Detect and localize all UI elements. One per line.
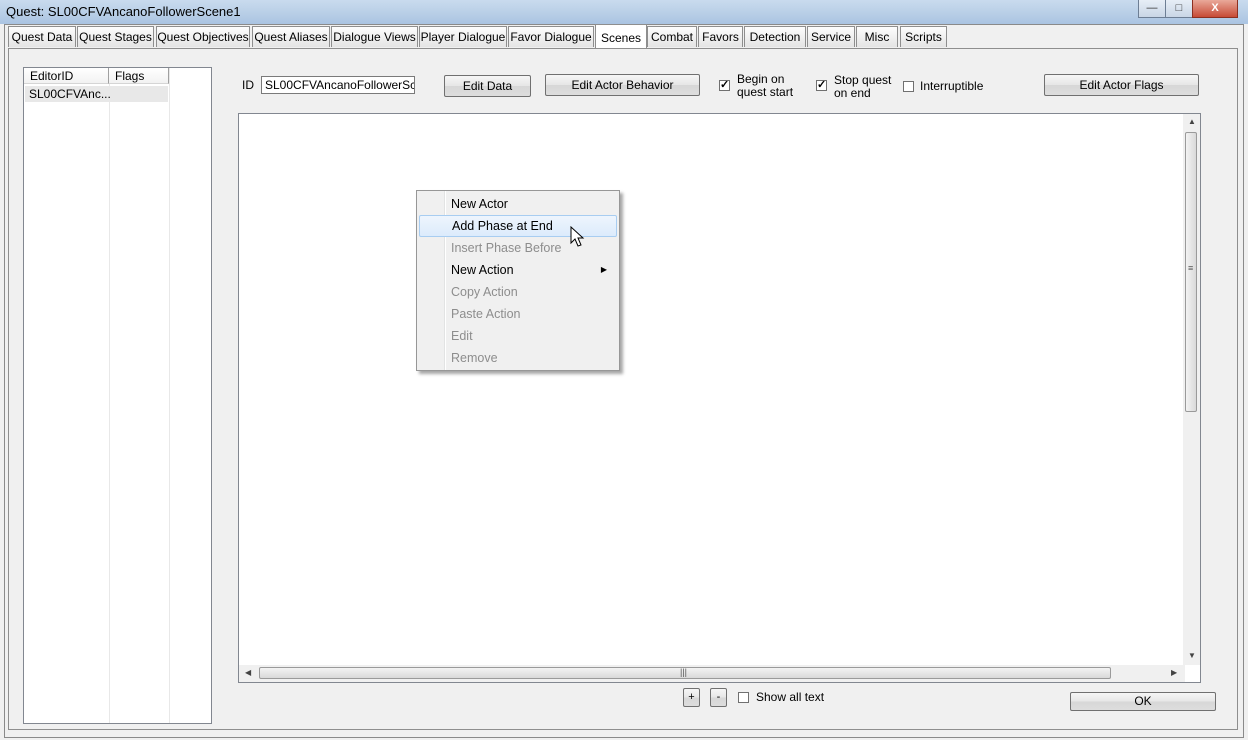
tab-player-dialogue[interactable]: Player Dialogue <box>419 26 507 47</box>
interruptible-checkbox[interactable] <box>903 81 914 92</box>
tab-label: Player Dialogue <box>420 30 506 44</box>
tab-quest-stages[interactable]: Quest Stages <box>77 26 154 47</box>
scene-id-field[interactable]: SL00CFVAncanoFollowerScene <box>261 76 415 94</box>
menu-item-remove[interactable]: Remove <box>419 347 617 369</box>
ok-button[interactable]: OK <box>1070 692 1216 711</box>
tab-label: Favor Dialogue <box>510 30 592 44</box>
minimize-button[interactable]: — <box>1138 0 1166 18</box>
title-bar[interactable]: Quest: SL00CFVAncanoFollowerScene1 — □ X <box>0 0 1248 24</box>
show-all-text-checkbox[interactable] <box>738 692 749 703</box>
scroll-left-icon[interactable]: ◀ <box>245 668 251 677</box>
submenu-arrow-icon: ▶ <box>600 265 607 274</box>
menu-item-label: New Actor <box>451 197 508 211</box>
tab-label: Scenes <box>600 31 642 45</box>
tab-scenes[interactable]: Scenes <box>595 24 647 49</box>
stop-quest-on-end-checkbox[interactable]: ✓ <box>816 80 827 91</box>
column-header-editorid[interactable]: EditorID <box>24 68 109 84</box>
zoom-in-button[interactable]: + <box>683 688 700 707</box>
tab-label: Detection <box>749 30 801 44</box>
minimize-icon: — <box>1146 2 1158 14</box>
begin-on-quest-start-label-line2: quest start <box>737 85 794 99</box>
tab-quest-data[interactable]: Quest Data <box>8 26 76 47</box>
menu-item-label: Paste Action <box>451 307 521 321</box>
menu-item-edit[interactable]: Edit <box>419 325 617 347</box>
scroll-up-icon[interactable]: ▲ <box>1188 117 1196 126</box>
tab-label: Scripts <box>905 30 942 44</box>
grip-icon: ||| <box>680 667 688 677</box>
tab-label: Quest Data <box>11 30 73 44</box>
scene-list[interactable]: EditorID Flags SL00CFVAnc... <box>23 67 212 724</box>
menu-item-add-phase-at-end[interactable]: Add Phase at End <box>419 215 617 237</box>
menu-item-copy-action[interactable]: Copy Action <box>419 281 617 303</box>
begin-on-quest-start-checkbox[interactable]: ✓ <box>719 80 730 91</box>
grip-icon: ≡ <box>1188 263 1194 273</box>
show-all-text-label: Show all text <box>756 690 825 704</box>
close-icon: X <box>1211 2 1219 14</box>
menu-item-paste-action[interactable]: Paste Action <box>419 303 617 325</box>
menu-item-label: New Action <box>451 263 514 277</box>
interruptible-label: Interruptible <box>920 79 984 93</box>
menu-item-insert-phase-before[interactable]: Insert Phase Before <box>419 237 617 259</box>
tab-label: Favors <box>702 30 739 44</box>
menu-item-new-actor[interactable]: New Actor <box>419 193 617 215</box>
tab-quest-objectives[interactable]: Quest Objectives <box>156 26 250 47</box>
scroll-down-icon[interactable]: ▼ <box>1188 651 1196 660</box>
tab-label: Quest Objectives <box>157 30 249 44</box>
tab-label: Combat <box>650 30 694 44</box>
tab-label: Dialogue Views <box>333 30 416 44</box>
tab-label: Quest Aliases <box>254 30 328 44</box>
tab-quest-aliases[interactable]: Quest Aliases <box>252 26 330 47</box>
tab-scripts[interactable]: Scripts <box>900 26 947 47</box>
id-label: ID <box>242 78 254 92</box>
tab-service[interactable]: Service <box>807 26 855 47</box>
vertical-scrollbar[interactable]: ▲ ≡ ▼ <box>1183 114 1200 665</box>
tab-detection[interactable]: Detection <box>744 26 806 47</box>
tab-favor-dialogue[interactable]: Favor Dialogue <box>508 26 594 47</box>
tab-misc[interactable]: Misc <box>856 26 898 47</box>
mouse-cursor-icon <box>570 226 585 247</box>
menu-item-label: Remove <box>451 351 498 365</box>
tab-label: Service <box>810 30 851 44</box>
menu-item-label: Insert Phase Before <box>451 241 562 255</box>
context-menu: New Actor Add Phase at End Insert Phase … <box>416 190 620 371</box>
close-button[interactable]: X <box>1192 0 1238 18</box>
maximize-icon: □ <box>1175 2 1183 14</box>
scroll-right-icon[interactable]: ▶ <box>1171 668 1177 677</box>
zoom-out-button[interactable]: - <box>710 688 727 707</box>
scene-editor-canvas[interactable]: ▲ ≡ ▼ ◀ ||| ▶ <box>238 113 1201 683</box>
scene-list-header: EditorID Flags <box>24 68 211 85</box>
scene-editorid: SL00CFVAnc... <box>29 87 111 101</box>
scene-list-row[interactable]: SL00CFVAnc... <box>25 86 168 102</box>
stop-quest-on-end-label-line2: on end <box>834 86 871 100</box>
menu-item-label: Edit <box>451 329 473 343</box>
horizontal-scrollbar[interactable]: ◀ ||| ▶ <box>239 665 1185 682</box>
edit-actor-behavior-button[interactable]: Edit Actor Behavior <box>545 74 700 96</box>
tab-dialogue-views[interactable]: Dialogue Views <box>331 26 418 47</box>
tab-label: Misc <box>864 30 890 44</box>
tab-favors[interactable]: Favors <box>698 26 743 47</box>
menu-item-label: Add Phase at End <box>452 219 553 233</box>
vertical-scroll-thumb[interactable]: ≡ <box>1185 132 1197 412</box>
menu-item-new-action[interactable]: New Action ▶ <box>419 259 617 281</box>
edit-data-button[interactable]: Edit Data <box>444 75 531 97</box>
tab-label: Quest Stages <box>79 30 152 44</box>
column-header-flags[interactable]: Flags <box>109 68 169 84</box>
horizontal-scroll-thumb[interactable]: ||| <box>259 667 1111 679</box>
tab-combat[interactable]: Combat <box>647 26 697 47</box>
window-title: Quest: SL00CFVAncanoFollowerScene1 <box>6 4 241 19</box>
menu-item-label: Copy Action <box>451 285 518 299</box>
maximize-button[interactable]: □ <box>1165 0 1193 18</box>
edit-actor-flags-button[interactable]: Edit Actor Flags <box>1044 74 1199 96</box>
